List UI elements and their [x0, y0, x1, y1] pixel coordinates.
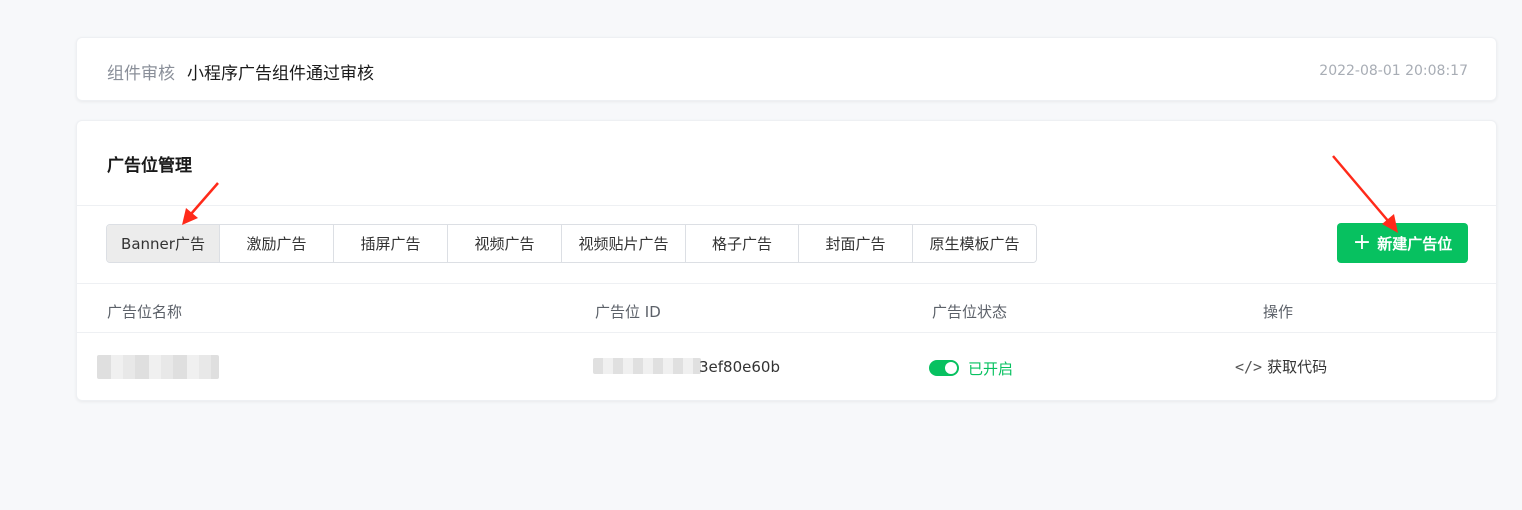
column-header-action: 操作 — [1263, 303, 1294, 321]
tab-interstitial[interactable]: 插屏广告 — [334, 225, 448, 262]
plus-icon: + — [1352, 230, 1372, 255]
tab-grid[interactable]: 格子广告 — [686, 225, 799, 262]
new-ad-unit-button[interactable]: + 新建广告位 — [1337, 223, 1468, 263]
tab-video-patch[interactable]: 视频贴片广告 — [562, 225, 686, 262]
redacted-ad-unit-id — [593, 358, 701, 374]
status-toggle-icon[interactable] — [929, 360, 959, 376]
column-header-status: 广告位状态 — [932, 303, 1008, 321]
notice-timestamp: 2022-08-01 20:08:17 — [1319, 63, 1468, 79]
code-icon: </> — [1235, 357, 1263, 376]
divider — [77, 205, 1496, 206]
tab-banner[interactable]: Banner广告 — [107, 225, 220, 262]
audit-notice-card: 组件审核 小程序广告组件通过审核 2022-08-01 20:08:17 — [76, 37, 1497, 101]
divider — [77, 283, 1496, 284]
ad-type-tabs: Banner广告 激励广告 插屏广告 视频广告 视频贴片广告 格子广告 封面广告… — [106, 224, 1037, 263]
tab-video[interactable]: 视频广告 — [448, 225, 562, 262]
tab-rewarded[interactable]: 激励广告 — [220, 225, 334, 262]
notice-text: 小程序广告组件通过审核 — [187, 64, 374, 84]
column-header-name: 广告位名称 — [107, 303, 183, 321]
divider — [77, 332, 1496, 333]
notice-label: 组件审核 — [107, 64, 175, 84]
ad-unit-id: 3ef80e60b — [699, 358, 780, 376]
ad-management-card: 广告位管理 Banner广告 激励广告 插屏广告 视频广告 视频贴片广告 格子广… — [76, 120, 1497, 401]
new-ad-unit-label: 新建广告位 — [1377, 234, 1453, 253]
redacted-ad-unit-name — [97, 355, 219, 379]
get-code-link[interactable]: </> 获取代码 — [1235, 356, 1327, 377]
tab-native-template[interactable]: 原生模板广告 — [913, 225, 1036, 262]
column-header-id: 广告位 ID — [595, 303, 661, 321]
tab-cover[interactable]: 封面广告 — [799, 225, 913, 262]
get-code-label: 获取代码 — [1267, 358, 1328, 376]
section-title: 广告位管理 — [107, 156, 192, 176]
status-text: 已开启 — [968, 360, 1014, 378]
